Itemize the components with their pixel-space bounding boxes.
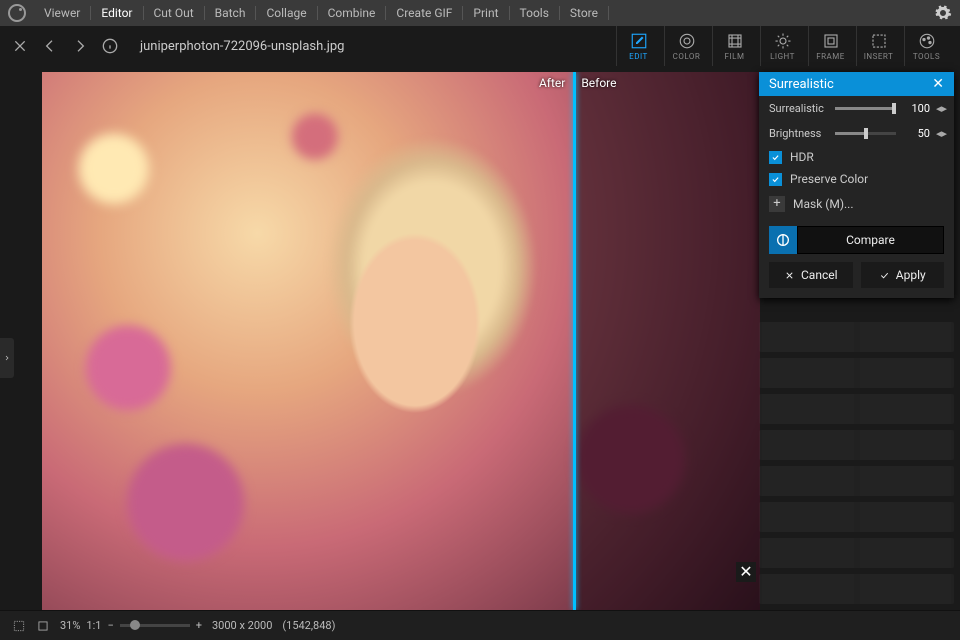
insert-icon <box>870 32 888 50</box>
before-label: Before <box>581 76 616 90</box>
tool-tools[interactable]: TOOLS <box>904 26 948 66</box>
cursor-position: (1542,848) <box>282 619 335 632</box>
main-area: After Before ✕ Surrealistic ✕ Surrealist… <box>0 66 960 610</box>
zoom-slider[interactable] <box>120 624 190 627</box>
grid-icon[interactable] <box>12 619 26 633</box>
menu-tools[interactable]: Tools <box>510 6 560 20</box>
frame-icon <box>822 32 840 50</box>
zoom-in-icon[interactable]: + <box>196 619 202 632</box>
check-icon <box>771 153 780 162</box>
apply-button-label: Apply <box>896 268 926 282</box>
tool-color-label: COLOR <box>673 52 701 61</box>
checkbox-hdr[interactable]: HDR <box>759 146 954 168</box>
compare-toggle-icon[interactable] <box>769 226 797 254</box>
menu-collage[interactable]: Collage <box>256 6 317 20</box>
menu-editor[interactable]: Editor <box>91 6 143 20</box>
filename-label: juniperphoton-722096-unsplash.jpg <box>140 39 344 54</box>
panel-header: Surrealistic ✕ <box>759 72 954 96</box>
add-mask-icon[interactable]: + <box>769 196 785 212</box>
color-ring-icon <box>678 32 696 50</box>
tool-frame-label: FRAME <box>816 52 845 61</box>
slider-surrealistic-stepper[interactable]: ◂▸ <box>936 102 944 115</box>
after-label: After <box>539 76 565 90</box>
tool-insert[interactable]: INSERT <box>856 26 900 66</box>
prev-icon[interactable] <box>42 38 58 54</box>
edit-box-icon <box>630 32 648 50</box>
panel-close-icon[interactable]: ✕ <box>932 76 944 92</box>
image-canvas[interactable]: After Before ✕ <box>42 72 760 610</box>
checkbox-preserve-color[interactable]: Preserve Color <box>759 168 954 190</box>
fit-icon[interactable] <box>36 619 50 633</box>
split-circle-icon <box>775 232 791 248</box>
slider-surrealistic-label: Surrealistic <box>769 102 829 115</box>
slider-brightness-label: Brightness <box>769 127 829 140</box>
tool-color[interactable]: COLOR <box>664 26 708 66</box>
slider-surrealistic-track[interactable] <box>835 107 896 110</box>
tool-film-label: FILM <box>725 52 745 61</box>
x-icon <box>784 270 795 281</box>
slider-brightness-stepper[interactable]: ◂▸ <box>936 127 944 140</box>
compare-button[interactable]: Compare <box>797 226 944 254</box>
slider-brightness-value: 50 <box>902 127 930 140</box>
tool-frame[interactable]: FRAME <box>808 26 852 66</box>
zoom-ratio[interactable]: 1:1 <box>86 619 101 632</box>
file-toolbar: juniperphoton-722096-unsplash.jpg EDIT C… <box>0 26 960 66</box>
chevron-right-icon <box>3 354 11 362</box>
slider-brightness-track[interactable] <box>835 132 896 135</box>
menu-print[interactable]: Print <box>463 6 509 20</box>
info-icon[interactable] <box>102 38 118 54</box>
image-dimensions: 3000 x 2000 <box>212 619 272 632</box>
cancel-button[interactable]: Cancel <box>769 262 853 288</box>
zoom-controls: 31% 1:1 − + <box>60 619 202 632</box>
compare-divider[interactable] <box>573 72 576 610</box>
tool-light-label: LIGHT <box>770 52 795 61</box>
palette-icon <box>918 32 936 50</box>
cancel-button-label: Cancel <box>801 268 838 282</box>
tool-film[interactable]: FILM <box>712 26 756 66</box>
tool-insert-label: INSERT <box>864 52 894 61</box>
top-menu-bar: Viewer Editor Cut Out Batch Collage Comb… <box>0 0 960 26</box>
before-overlay <box>573 72 760 610</box>
menu-batch[interactable]: Batch <box>205 6 257 20</box>
apply-button[interactable]: Apply <box>861 262 945 288</box>
expand-left-handle[interactable] <box>0 338 14 378</box>
sun-icon <box>774 32 792 50</box>
next-icon[interactable] <box>72 38 88 54</box>
check-icon <box>771 175 780 184</box>
slider-surrealistic: Surrealistic 100 ◂▸ <box>759 96 954 121</box>
tool-edit-label: EDIT <box>629 52 648 61</box>
app-logo-icon <box>8 4 26 22</box>
slider-brightness: Brightness 50 ◂▸ <box>759 121 954 146</box>
checkbox-preserve-color-box[interactable] <box>769 173 782 186</box>
tool-light[interactable]: LIGHT <box>760 26 804 66</box>
mask-row[interactable]: + Mask (M)... <box>759 190 954 218</box>
settings-gear-icon[interactable] <box>934 4 952 22</box>
menu-create-gif[interactable]: Create GIF <box>386 6 463 20</box>
tool-tools-label: TOOLS <box>913 52 940 61</box>
adjustments-ghost <box>759 316 954 610</box>
tool-edit[interactable]: EDIT <box>616 26 660 66</box>
menu-store[interactable]: Store <box>560 6 609 20</box>
menu-viewer[interactable]: Viewer <box>34 6 91 20</box>
zoom-out-icon[interactable]: − <box>107 619 113 632</box>
zoom-percent: 31% <box>60 619 80 632</box>
menu-combine[interactable]: Combine <box>318 6 387 20</box>
menu-cut-out[interactable]: Cut Out <box>144 6 205 20</box>
status-bar: 31% 1:1 − + 3000 x 2000 (1542,848) <box>0 610 960 640</box>
mask-label: Mask (M)... <box>793 197 854 211</box>
checkbox-hdr-box[interactable] <box>769 151 782 164</box>
checkbox-preserve-color-label: Preserve Color <box>790 172 868 186</box>
slider-surrealistic-value: 100 <box>902 102 930 115</box>
film-icon <box>726 32 744 50</box>
close-compare-icon[interactable]: ✕ <box>736 562 756 582</box>
checkbox-hdr-label: HDR <box>790 150 814 164</box>
disabled-action-icons <box>684 616 948 636</box>
close-icon[interactable] <box>12 38 28 54</box>
effect-panel: Surrealistic ✕ Surrealistic 100 ◂▸ Brigh… <box>759 72 954 298</box>
check-icon <box>879 270 890 281</box>
panel-title: Surrealistic <box>769 77 834 92</box>
